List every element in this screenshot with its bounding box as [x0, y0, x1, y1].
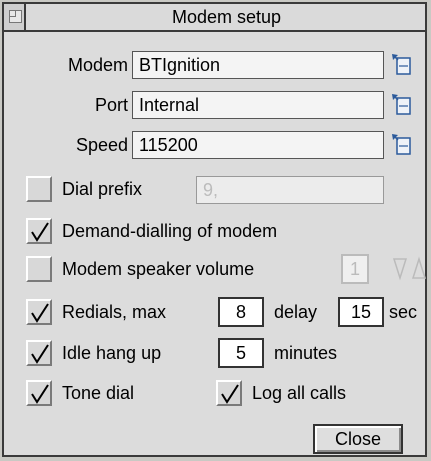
speed-popup-button[interactable]: [390, 132, 414, 158]
speed-field[interactable]: 115200: [132, 131, 384, 159]
redials-delay-field[interactable]: 15: [338, 297, 384, 327]
dial-prefix-field[interactable]: 9,: [196, 176, 384, 204]
redials-checkbox[interactable]: [26, 299, 52, 325]
check-mark-icon: [31, 222, 49, 242]
idle-hangup-unit-label: minutes: [274, 343, 338, 363]
speaker-volume-stepper[interactable]: [392, 256, 427, 282]
log-calls-checkbox[interactable]: [216, 380, 242, 406]
delay-label: delay: [274, 302, 318, 322]
window-back-icon[interactable]: [4, 4, 26, 30]
up-down-arrow-icon: [392, 256, 427, 281]
tone-dial-label: Tone dial: [62, 383, 135, 403]
dial-prefix-label: Dial prefix: [62, 179, 143, 199]
idle-hangup-checkbox[interactable]: [26, 340, 52, 366]
title-bar[interactable]: Modem setup: [4, 4, 425, 32]
modem-field[interactable]: BTIgnition: [132, 51, 384, 79]
port-field[interactable]: Internal: [132, 91, 384, 119]
speaker-volume-label: Modem speaker volume: [62, 259, 255, 279]
close-button[interactable]: Close: [313, 424, 403, 454]
check-mark-icon: [31, 344, 49, 364]
idle-hangup-label: Idle hang up: [62, 343, 162, 363]
modem-label: Modem: [67, 55, 128, 75]
delay-unit-label: sec: [389, 302, 418, 322]
popup-menu-icon: [392, 54, 411, 75]
tone-dial-checkbox[interactable]: [26, 380, 52, 406]
speaker-volume-checkbox[interactable]: [26, 256, 52, 282]
redials-max-field[interactable]: 8: [218, 297, 264, 327]
check-mark-icon: [221, 384, 239, 404]
dial-prefix-checkbox[interactable]: [26, 176, 52, 202]
port-popup-button[interactable]: [390, 92, 414, 118]
check-mark-icon: [31, 384, 49, 404]
window-title: Modem setup: [171, 7, 282, 27]
popup-menu-icon: [392, 134, 411, 155]
idle-hangup-field[interactable]: 5: [218, 338, 264, 368]
modem-popup-button[interactable]: [390, 52, 414, 78]
port-label: Port: [94, 95, 128, 115]
popup-menu-icon: [392, 94, 411, 115]
check-mark-icon: [31, 303, 49, 323]
redials-label: Redials, max: [62, 302, 167, 322]
modem-setup-window: Modem setup Modem BTIgnition Port Intern…: [2, 2, 427, 457]
demand-dialling-checkbox[interactable]: [26, 218, 52, 244]
speaker-volume-field[interactable]: 1: [341, 254, 369, 284]
log-calls-label: Log all calls: [252, 383, 347, 403]
speed-label: Speed: [75, 135, 128, 155]
demand-dialling-label: Demand-dialling of modem: [62, 221, 278, 241]
